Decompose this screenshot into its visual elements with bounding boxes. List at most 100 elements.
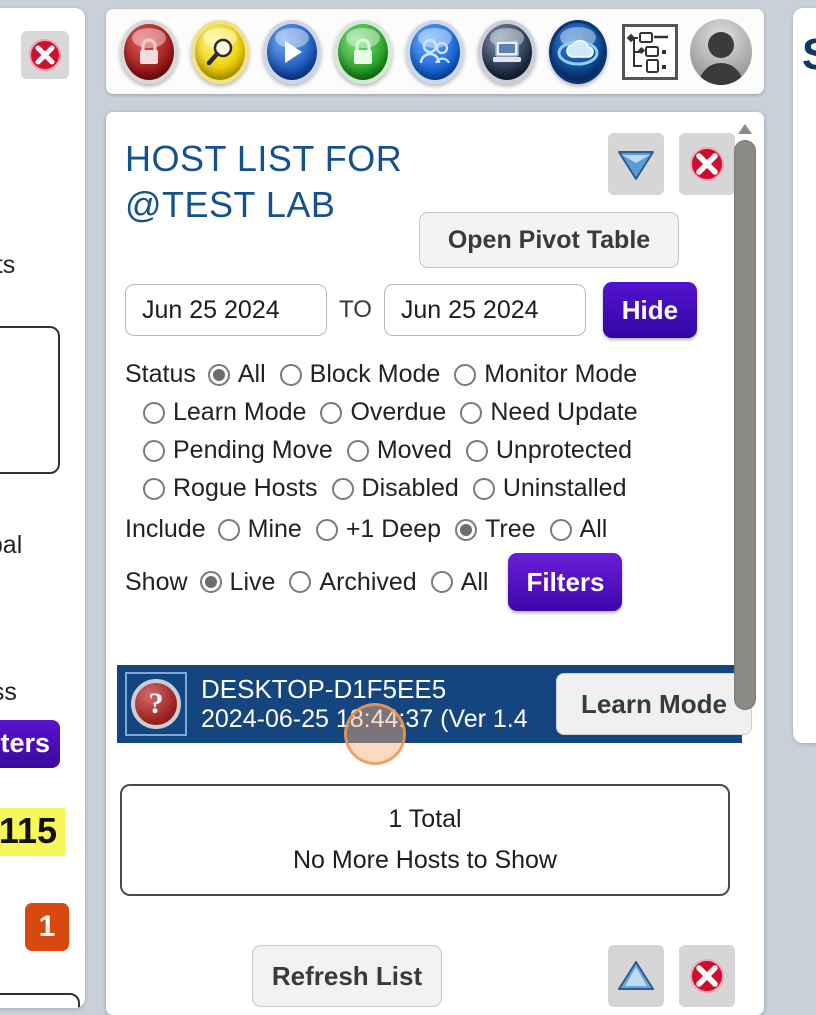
toolbar-user-avatar-button[interactable] [689,18,755,85]
host-total-box: 1 Total No More Hosts to Show [120,784,730,896]
status-group-label: Status [125,360,196,388]
question-mark-icon: ? [131,679,181,729]
close-icon [690,959,724,993]
open-pivot-table-button[interactable]: Open Pivot Table [419,212,679,268]
radio-label: All [579,515,608,543]
date-to-input[interactable] [383,284,586,336]
radio-label: Tree [485,515,536,543]
radio-dot [207,363,230,386]
lock-red-icon [119,19,178,84]
radio-dot [199,571,222,593]
radio-label: Rogue Hosts [173,474,318,502]
toolbar-tree-structure-button[interactable] [617,19,683,85]
close-button[interactable] [679,133,735,195]
close-icon [29,39,61,71]
radio-show-live[interactable]: Live [199,567,276,597]
scrollbar-thumb[interactable] [734,140,756,710]
radio-label: +1 Deep [345,515,442,543]
card-scrollbar[interactable] [734,122,756,717]
radio-dot [315,518,338,541]
left-panel-box-2 [0,993,80,1008]
radio-include-plus1-deep[interactable]: +1 Deep [315,515,442,544]
radio-dot [289,571,312,593]
lock-green-icon [334,19,393,84]
radio-status-pending-move[interactable]: Pending Move [143,436,333,465]
radio-dot [455,518,478,541]
radio-status-rogue-hosts[interactable]: Rogue Hosts [143,474,318,503]
left-panel-fragment-2: ents [0,251,16,279]
radio-status-learn-mode[interactable]: Learn Mode [143,398,306,427]
left-panel-close-button[interactable] [21,31,69,79]
toolbar-lock-red-button[interactable] [116,19,182,85]
search-magnifier-icon [191,19,250,84]
radio-dot [549,518,572,541]
radio-dot [320,401,343,424]
toolbar-play-button[interactable] [259,19,325,85]
include-group-label: Include [125,515,206,543]
radio-label: All [460,567,489,596]
no-more-hosts-label: No More Hosts to Show [293,846,557,875]
radio-status-overdue[interactable]: Overdue [320,398,446,427]
status-row-2: Learn Mode Overdue Need Update [125,398,745,427]
show-group-label: Show [125,567,188,596]
users-icon [406,19,465,84]
radio-label: Disabled [361,474,459,502]
radio-status-moved[interactable]: Moved [346,436,452,465]
host-list-item[interactable]: ? DESKTOP-D1F5EE5 2024-06-25 18:44:37 (V… [117,665,752,743]
radio-label: Unprotected [495,436,633,464]
radio-label: All [237,360,266,388]
toolbar-search-button[interactable] [188,19,254,85]
radio-status-monitor-mode[interactable]: Monitor Mode [454,360,637,389]
toolbar-users-button[interactable] [402,19,468,85]
radio-label: Monitor Mode [484,360,638,388]
footer-close-button[interactable] [679,945,735,1007]
radio-status-block-mode[interactable]: Block Mode [279,360,441,389]
right-side-panel: S [793,8,816,743]
hide-button[interactable]: Hide [602,282,697,338]
close-icon [690,147,724,181]
learn-mode-button[interactable]: Learn Mode [556,673,752,735]
left-panel-filters-button[interactable]: ters [0,720,60,768]
radio-show-archived[interactable]: Archived [289,567,417,597]
radio-show-all[interactable]: All [430,567,489,597]
radio-label: Moved [376,436,452,464]
triangle-up-icon [618,961,654,990]
toolbar-cloud-network-button[interactable] [545,19,611,85]
triangle-up-icon [738,124,752,134]
scroll-top-button[interactable] [608,945,664,1007]
radio-status-all[interactable]: All [207,360,266,389]
radio-dot [460,401,483,424]
left-panel-box [0,326,60,474]
toolbar-computer-button[interactable] [474,19,540,85]
radio-dot [217,518,240,541]
scrollbar-up-arrow[interactable] [736,122,754,136]
radio-status-unprotected[interactable]: Unprotected [465,436,633,465]
play-icon [262,19,321,84]
radio-label: Live [229,567,276,596]
host-status-icon-frame: ? [125,672,187,736]
filters-button[interactable]: Filters [508,553,623,611]
refresh-list-button[interactable]: Refresh List [252,945,442,1007]
radio-label: Learn Mode [173,398,307,426]
date-range-row: TO Hide [125,282,697,338]
radio-include-all[interactable]: All [549,515,608,544]
radio-label: Overdue [350,398,447,426]
radio-include-tree[interactable]: Tree [455,515,536,544]
toolbar-lock-green-button[interactable] [331,19,397,85]
radio-label: Archived [319,567,417,596]
radio-include-mine[interactable]: Mine [217,515,302,544]
radio-dot [454,363,477,386]
radio-dot [472,477,495,500]
footer-buttons [608,945,735,1007]
radio-status-uninstalled[interactable]: Uninstalled [472,474,627,503]
radio-label: Block Mode [309,360,441,388]
collapse-button[interactable] [608,133,664,195]
host-meta: 2024-06-25 18:44:37 (Ver 1.4 [201,705,528,733]
filter-options: Status All Block Mode Monitor Mode Learn… [125,360,745,620]
radio-status-disabled[interactable]: Disabled [331,474,459,503]
total-count-label: 1 Total [388,804,462,833]
radio-dot [346,439,369,462]
right-panel-fragment: S [802,30,816,80]
date-from-input[interactable] [125,284,327,336]
radio-status-need-update[interactable]: Need Update [460,398,638,427]
